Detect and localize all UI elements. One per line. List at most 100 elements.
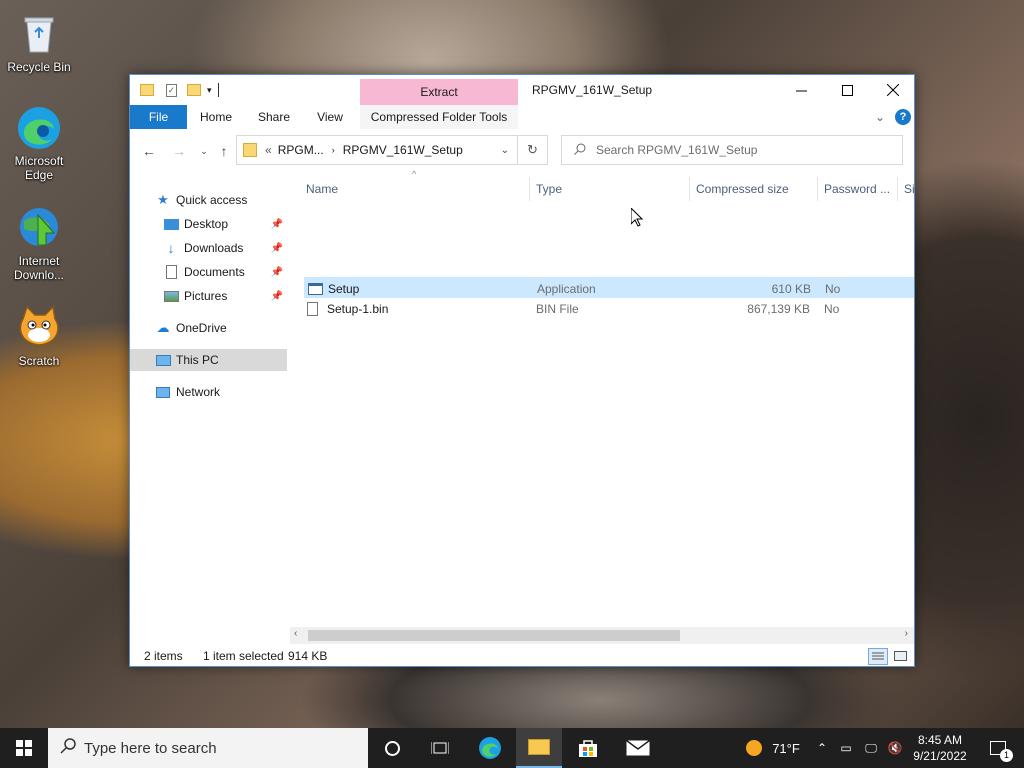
breadcrumb-separator-icon: › xyxy=(331,145,335,155)
desktop-folder-icon xyxy=(162,216,180,232)
scroll-right-icon[interactable]: › xyxy=(905,628,908,639)
search-placeholder: Search RPGMV_161W_Setup xyxy=(596,143,758,157)
network-icon xyxy=(154,384,172,400)
new-folder-icon[interactable] xyxy=(187,84,201,96)
show-hidden-icons-chevron-icon[interactable]: ⌃ xyxy=(812,728,832,768)
cortana-icon[interactable] xyxy=(372,728,412,768)
desktop-icon-edge[interactable]: Microsoft Edge xyxy=(1,104,77,182)
desktop-icon-internet-download-manager[interactable]: Internet Downlo... xyxy=(1,204,77,282)
file-explorer-taskbar-icon[interactable] xyxy=(516,728,562,768)
edge-icon xyxy=(15,104,63,152)
desktop-icon-label: Scratch xyxy=(18,354,60,368)
nav-item-network[interactable]: Network xyxy=(130,381,287,403)
file-explorer-window: ✓ ▾ Extract RPGMV_161W_Setup File Home S… xyxy=(129,74,915,667)
recent-locations-chevron-icon[interactable]: ⌄ xyxy=(194,141,214,161)
nav-item-label: OneDrive xyxy=(176,321,227,335)
item-count: 2 items xyxy=(144,649,183,663)
search-box[interactable]: Search RPGMV_161W_Setup xyxy=(561,135,903,165)
document-icon xyxy=(162,264,180,280)
volume-muted-icon[interactable]: 🔇 xyxy=(884,728,906,768)
navigation-bar: ← → ⌄ ↑ « RPGM... › RPGMV_161W_Setup ⌄ ↻… xyxy=(130,133,914,167)
nav-item-pictures[interactable]: Pictures 📌 xyxy=(130,285,287,307)
nav-item-documents[interactable]: Documents 📌 xyxy=(130,261,287,283)
column-header-password[interactable]: Password ... xyxy=(818,177,898,201)
edge-taskbar-icon[interactable] xyxy=(468,728,512,768)
desktop-icon-recycle-bin[interactable]: Recycle Bin xyxy=(1,10,77,74)
tab-share[interactable]: Share xyxy=(250,105,298,129)
weather-widget[interactable]: 71°F xyxy=(738,728,808,768)
nav-item-downloads[interactable]: ↓ Downloads 📌 xyxy=(130,237,287,259)
nav-item-label: Documents xyxy=(184,265,245,279)
clock[interactable]: 8:45 AM 9/21/2022 xyxy=(908,728,972,768)
file-password: No xyxy=(825,281,841,296)
quick-access-toolbar: ✓ ▾ xyxy=(140,81,219,99)
globe-download-icon xyxy=(15,204,63,252)
notification-center-icon[interactable]: 1 xyxy=(978,728,1018,768)
store-taskbar-icon[interactable] xyxy=(566,728,610,768)
search-icon xyxy=(574,143,586,158)
taskbar-search-box[interactable]: Type here to search xyxy=(48,728,368,768)
mouse-cursor-icon xyxy=(630,206,644,230)
scroll-left-icon[interactable]: ‹ xyxy=(294,628,297,639)
address-dropdown-chevron-icon[interactable]: ⌄ xyxy=(501,145,509,156)
mail-taskbar-icon[interactable] xyxy=(614,728,662,768)
ribbon-tabs: File Home Share View Compressed Folder T… xyxy=(130,105,914,129)
task-view-icon[interactable] xyxy=(420,728,460,768)
nav-item-label: Network xyxy=(176,385,221,399)
column-header-compressed-size[interactable]: Compressed size xyxy=(690,177,818,201)
network-tray-icon[interactable]: 🖵 xyxy=(860,728,882,768)
minimize-button[interactable] xyxy=(778,75,824,105)
desktop-icon-label: Microsoft Edge xyxy=(14,154,64,182)
up-arrow-icon[interactable]: ↑ xyxy=(214,141,234,161)
computer-icon xyxy=(154,352,172,368)
download-arrow-icon: ↓ xyxy=(167,240,175,256)
tab-home[interactable]: Home xyxy=(191,105,241,129)
sun-icon xyxy=(746,740,763,756)
breadcrumb-item-current[interactable]: RPGMV_161W_Setup xyxy=(343,143,463,157)
expand-ribbon-chevron-icon[interactable]: ⌄ xyxy=(872,105,888,129)
customize-toolbar-icon[interactable]: ▾ xyxy=(207,85,212,96)
help-icon[interactable]: ? xyxy=(894,105,912,129)
maximize-button[interactable] xyxy=(824,75,870,105)
desktop-icon-scratch[interactable]: Scratch xyxy=(1,304,77,368)
nav-item-label: This PC xyxy=(176,353,219,367)
table-row[interactable]: Setup-1.bin BIN File 867,139 KB No xyxy=(304,298,914,319)
nav-item-onedrive[interactable]: ☁ OneDrive xyxy=(130,317,287,339)
column-header-name[interactable]: Name xyxy=(300,177,530,201)
nav-item-label: Downloads xyxy=(184,241,244,255)
table-row[interactable]: Setup Application 610 KB No xyxy=(304,277,914,298)
nav-item-quick-access[interactable]: ★ Quick access xyxy=(130,189,287,211)
column-header-size[interactable]: Si xyxy=(898,177,914,201)
meet-now-icon[interactable]: ▭ xyxy=(836,728,856,768)
context-tab-group-header: Extract xyxy=(360,79,518,105)
refresh-button[interactable]: ↻ xyxy=(518,135,548,165)
nav-item-desktop[interactable]: Desktop 📌 xyxy=(130,213,287,235)
cloud-icon: ☁ xyxy=(156,320,170,335)
address-bar[interactable]: « RPGM... › RPGMV_161W_Setup ⌄ xyxy=(236,135,518,165)
close-button[interactable] xyxy=(870,75,916,105)
pin-icon: 📌 xyxy=(270,266,283,278)
large-icons-view-icon[interactable] xyxy=(892,649,908,663)
forward-arrow-icon[interactable]: → xyxy=(169,141,189,161)
column-header-type[interactable]: Type xyxy=(530,177,690,201)
nav-item-label: Pictures xyxy=(184,289,228,303)
file-compressed-size: 610 KB xyxy=(771,281,811,296)
selection-count: 1 item selected xyxy=(203,649,284,663)
bin-file-icon xyxy=(307,298,325,319)
navigation-pane: ★ Quick access Desktop 📌 ↓ Downloads 📌 D… xyxy=(130,175,290,635)
scrollbar-thumb[interactable] xyxy=(308,630,680,641)
status-bar: 2 items 1 item selected 914 KB xyxy=(130,645,914,667)
details-view-icon[interactable] xyxy=(868,648,888,665)
horizontal-scrollbar[interactable]: ‹ › xyxy=(290,627,914,644)
start-button[interactable] xyxy=(0,728,48,768)
tab-file[interactable]: File xyxy=(130,105,187,129)
file-list: ^ Name Type Compressed size Password ...… xyxy=(300,169,914,621)
nav-item-this-pc[interactable]: This PC xyxy=(130,349,287,371)
breadcrumb-item[interactable]: RPGM... xyxy=(278,143,324,157)
taskbar-search-placeholder: Type here to search xyxy=(84,739,217,757)
tab-compressed-folder-tools[interactable]: Compressed Folder Tools xyxy=(360,105,518,129)
tab-view[interactable]: View xyxy=(308,105,352,129)
back-arrow-icon[interactable]: ← xyxy=(139,141,159,161)
properties-icon[interactable]: ✓ xyxy=(166,83,177,97)
address-overflow-chevron[interactable]: « xyxy=(265,143,272,157)
